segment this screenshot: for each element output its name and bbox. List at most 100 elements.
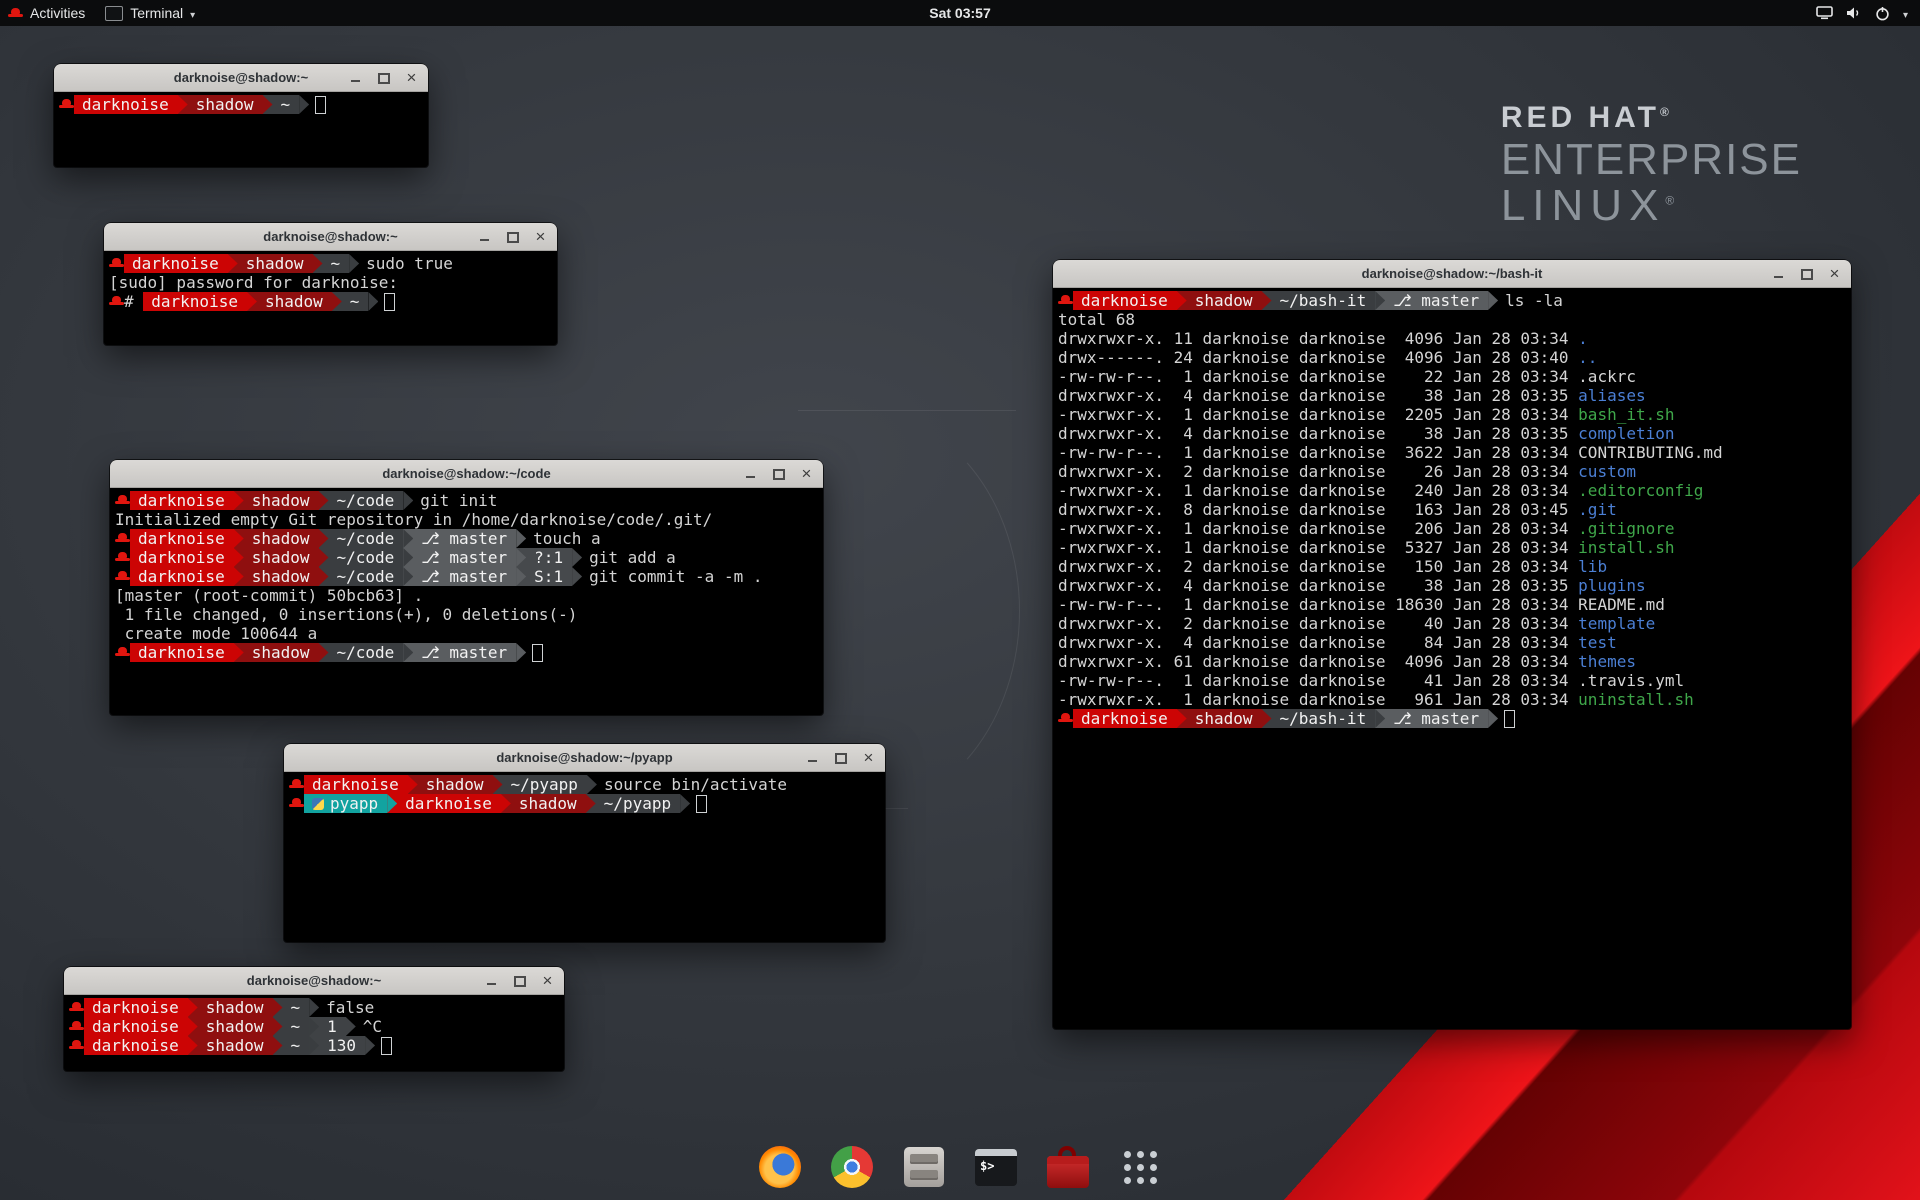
prompt-segment: shadow xyxy=(1187,709,1262,728)
terminal-text: drwxrwxr-x. 2 darknoise darknoise 150 Ja… xyxy=(1058,557,1578,576)
app-menu-terminal[interactable]: Terminal xyxy=(105,0,195,26)
prompt-segment: ~ xyxy=(283,1036,310,1055)
terminal-line: drwxrwxr-x. 2 darknoise darknoise 26 Jan… xyxy=(1058,462,1846,481)
powerline-arrow xyxy=(319,529,329,548)
powerline-arrow xyxy=(234,643,244,662)
terminal-text: -rwxrwxr-x. 1 darknoise darknoise 5327 J… xyxy=(1058,538,1578,557)
prompt-segment: ?:1 xyxy=(526,548,572,567)
powerline-arrow xyxy=(1375,709,1385,728)
prompt-segment: shadow xyxy=(511,794,586,813)
window-titlebar[interactable]: darknoise@shadow:~ xyxy=(54,64,428,92)
prompt-segment: darknoise xyxy=(1073,709,1177,728)
terminal-line: pyappdarknoiseshadow~/pyapp xyxy=(289,794,880,813)
terminal-text: -rwxrwxr-x. 1 darknoise darknoise 2205 J… xyxy=(1058,405,1578,424)
terminal-text: bash_it.sh xyxy=(1578,405,1674,424)
powerline-arrow xyxy=(299,95,309,114)
terminal-text: false xyxy=(326,998,374,1017)
dock-files-icon[interactable] xyxy=(901,1144,947,1190)
terminal-line: -rwxrwxr-x. 1 darknoise darknoise 240 Ja… xyxy=(1058,481,1846,500)
terminal-window-code[interactable]: darknoise@shadow:~/codedarknoiseshadow~/… xyxy=(110,460,823,715)
terminal-content[interactable]: darknoiseshadow~/pyappsource bin/activat… xyxy=(284,772,885,816)
redhat-prompt-icon xyxy=(289,797,304,810)
close-button[interactable] xyxy=(1827,266,1842,281)
terminal-line: darknoiseshadow~ xyxy=(59,95,423,114)
terminal-content[interactable]: darknoiseshadow~ xyxy=(54,92,428,117)
terminal-content[interactable]: darknoiseshadow~/bash-it⎇ masterls -lato… xyxy=(1053,288,1851,731)
terminal-text: git add a xyxy=(589,548,676,567)
window-buttons xyxy=(743,460,814,487)
prompt-segment: shadow xyxy=(198,998,273,1017)
powerline-arrow xyxy=(234,567,244,586)
close-button[interactable] xyxy=(799,466,814,481)
window-titlebar[interactable]: darknoise@shadow:~ xyxy=(104,223,557,251)
minimize-button[interactable] xyxy=(805,750,820,765)
window-titlebar[interactable]: darknoise@shadow:~/code xyxy=(110,460,823,488)
prompt-segment: darknoise xyxy=(124,254,228,273)
minimize-button[interactable] xyxy=(348,70,363,85)
dock-app-grid-icon[interactable] xyxy=(1117,1144,1163,1190)
window-titlebar[interactable]: darknoise@shadow:~/bash-it xyxy=(1053,260,1851,288)
prompt-segment: ~/bash-it xyxy=(1272,291,1376,310)
terminal-line: create mode 100644 a xyxy=(115,624,818,643)
dock-terminal-icon[interactable]: $> xyxy=(973,1144,1019,1190)
dock-chrome-icon[interactable] xyxy=(829,1144,875,1190)
terminal-text: .git xyxy=(1578,500,1617,519)
prompt-segment: shadow xyxy=(188,95,263,114)
window-title: darknoise@shadow:~ xyxy=(247,973,381,988)
minimize-button[interactable] xyxy=(484,973,499,988)
window-title: darknoise@shadow:~/bash-it xyxy=(1362,266,1543,281)
dock-toolbox-icon[interactable] xyxy=(1045,1144,1091,1190)
close-button[interactable] xyxy=(540,973,555,988)
maximize-button[interactable] xyxy=(505,229,520,244)
maximize-button[interactable] xyxy=(376,70,391,85)
minimize-button[interactable] xyxy=(477,229,492,244)
dock-firefox-icon[interactable] xyxy=(757,1144,803,1190)
powerline-arrow xyxy=(587,775,597,794)
prompt-segment: darknoise xyxy=(84,1017,188,1036)
terminal-content[interactable]: darknoiseshadow~sudo true[sudo] password… xyxy=(104,251,557,314)
close-button[interactable] xyxy=(533,229,548,244)
terminal-window-pyapp[interactable]: darknoise@shadow:~/pyappdarknoiseshadow~… xyxy=(284,744,885,942)
minimize-button[interactable] xyxy=(743,466,758,481)
minimize-button[interactable] xyxy=(1771,266,1786,281)
activities-button[interactable]: Activities xyxy=(8,0,85,26)
maximize-button[interactable] xyxy=(512,973,527,988)
clock[interactable]: Sat 03:57 xyxy=(929,5,990,21)
window-titlebar[interactable]: darknoise@shadow:~ xyxy=(64,967,564,995)
terminal-text: .travis.yml xyxy=(1578,671,1684,690)
terminal-line: drwxrwxr-x. 2 darknoise darknoise 150 Ja… xyxy=(1058,557,1846,576)
close-button[interactable] xyxy=(404,70,419,85)
maximize-button[interactable] xyxy=(1799,266,1814,281)
powerline-arrow xyxy=(365,1036,375,1055)
prompt-segment: ⎇ master xyxy=(1385,291,1488,310)
prompt-segment: darknoise xyxy=(304,775,408,794)
terminal-window-exitcodes[interactable]: darknoise@shadow:~darknoiseshadow~falsed… xyxy=(64,967,564,1071)
terminal-text: [sudo] password for darknoise: xyxy=(109,273,398,292)
redhat-prompt-icon xyxy=(69,1001,84,1014)
maximize-button[interactable] xyxy=(833,750,848,765)
terminal-line: darknoiseshadow~/bash-it⎇ masterls -la xyxy=(1058,291,1846,310)
app-menu-label: Terminal xyxy=(130,5,183,21)
terminal-window-bashit[interactable]: darknoise@shadow:~/bash-it darknoise shado… xyxy=(1053,260,1851,1029)
terminal-text: ^C xyxy=(363,1017,382,1036)
prompt-segment: ~ xyxy=(283,1017,310,1036)
terminal-text: touch a xyxy=(533,529,600,548)
terminal-icon: $> xyxy=(975,1149,1017,1186)
terminal-line: darknoiseshadow~false xyxy=(69,998,559,1017)
maximize-button[interactable] xyxy=(771,466,786,481)
powerline-arrow xyxy=(493,775,503,794)
prompt-segment: darknoise xyxy=(143,292,247,311)
terminal-window-sudo[interactable]: darknoise@shadow:~darknoiseshadow~sudo t… xyxy=(104,223,557,345)
system-status-area[interactable] xyxy=(1816,5,1920,21)
powerline-arrow xyxy=(188,1036,198,1055)
prompt-segment: ~/code xyxy=(329,548,404,567)
terminal-content[interactable]: darknoiseshadow~falsedarknoiseshadow~1^C… xyxy=(64,995,564,1058)
terminal-window-home-1[interactable]: darknoise@shadow:~ darknoiseshadow~ xyxy=(54,64,428,167)
powerline-arrow xyxy=(273,998,283,1017)
window-titlebar[interactable]: darknoise@shadow:~/pyapp xyxy=(284,744,885,772)
powerline-arrow xyxy=(228,254,238,273)
close-button[interactable] xyxy=(861,750,876,765)
terminal-text: drwx------. 24 darknoise darknoise 4096 … xyxy=(1058,348,1578,367)
prompt-segment: shadow xyxy=(418,775,493,794)
terminal-content[interactable]: darknoiseshadow~/codegit initInitialized… xyxy=(110,488,823,665)
